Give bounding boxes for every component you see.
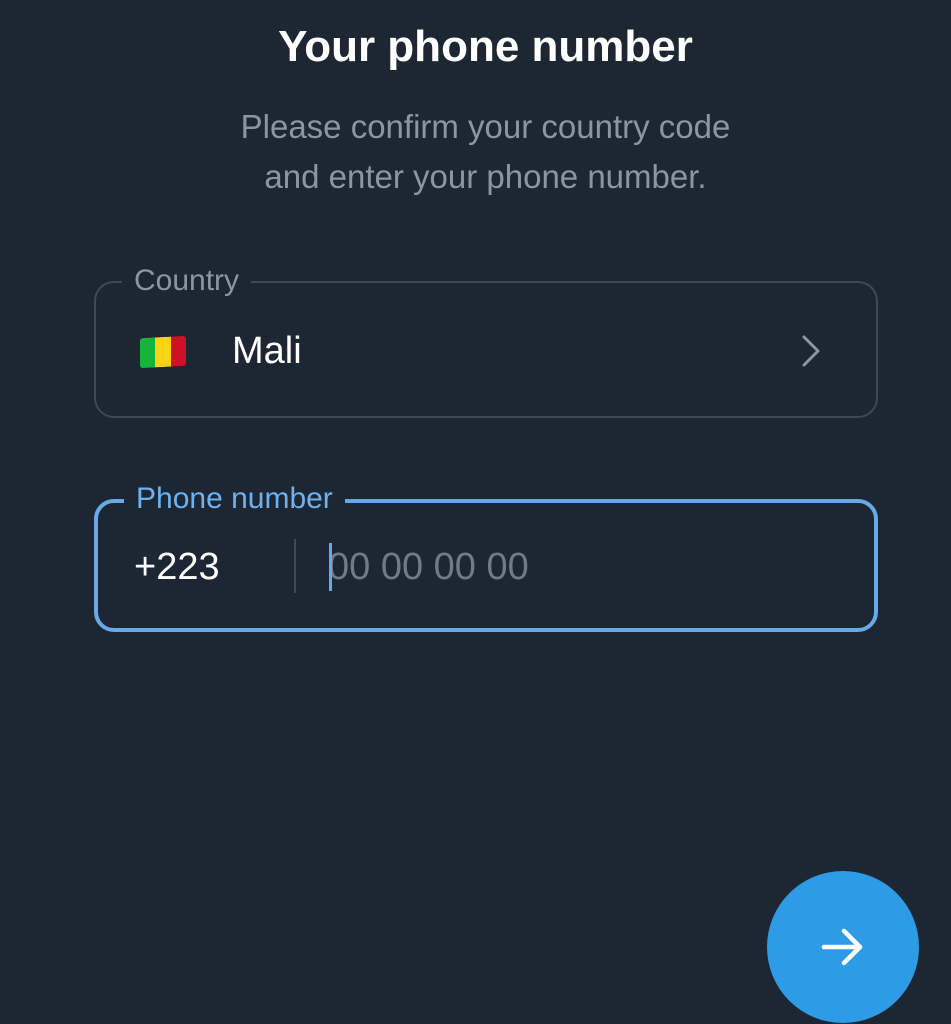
next-button[interactable] [767, 871, 919, 1023]
phone-number-input[interactable] [328, 539, 828, 595]
country-code: +223 [134, 546, 220, 588]
flag-stripe-yellow [155, 336, 171, 368]
arrow-right-icon [821, 928, 863, 966]
chevron-right-icon [802, 335, 820, 367]
page-subtitle: Please confirm your country code and ent… [240, 108, 731, 195]
phone-number-screen: Your phone number Please confirm your co… [0, 0, 951, 1024]
flag-stripe-red [170, 335, 186, 367]
code-divider [294, 539, 296, 593]
text-cursor [329, 543, 332, 591]
country-field-label: Country [122, 261, 252, 301]
flag-stripe-green [140, 337, 156, 369]
phone-field-label: Phone number [124, 479, 345, 519]
country-name: Mali [232, 330, 302, 372]
mali-flag-icon [140, 335, 186, 369]
phone-number-field[interactable]: Phone number +223 [94, 479, 878, 632]
page-title: Your phone number [278, 22, 693, 71]
country-selector[interactable]: Country Mali [94, 261, 878, 418]
